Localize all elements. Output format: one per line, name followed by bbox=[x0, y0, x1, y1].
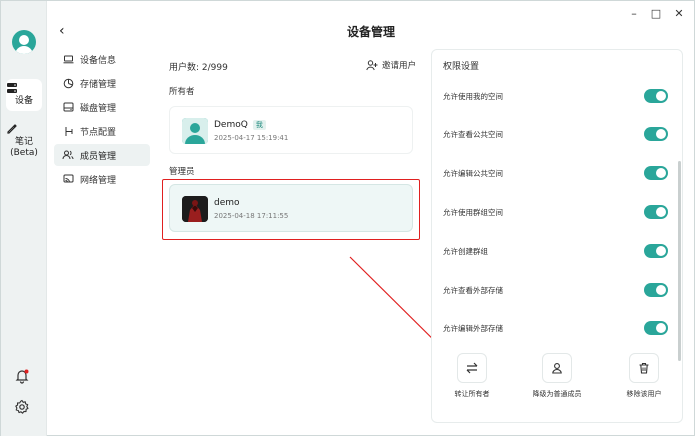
perm-toggle[interactable] bbox=[644, 244, 668, 258]
perm-toggle[interactable] bbox=[644, 205, 668, 219]
perm-label: 允许使用群组空间 bbox=[443, 207, 503, 217]
trash-icon bbox=[629, 353, 659, 383]
perm-row: 允许使用群组空间 bbox=[443, 202, 668, 222]
perm-toggle[interactable] bbox=[644, 127, 668, 141]
perm-label: 允许编辑外部存储 bbox=[443, 323, 503, 333]
user-icon bbox=[542, 353, 572, 383]
perm-label: 允许编辑公共空间 bbox=[443, 168, 503, 178]
action-label: 移除该用户 bbox=[626, 390, 662, 398]
transfer-icon bbox=[457, 353, 487, 383]
perm-row: 允许编辑公共空间 bbox=[443, 163, 668, 183]
remove-user-button[interactable]: 移除该用户 bbox=[604, 353, 684, 399]
app-window: 设备 笔记 (Beta) ‹ 设备信息 存储管理 磁盘管理 节点配置 成员管理 … bbox=[0, 0, 695, 436]
demote-member-button[interactable]: 降级为普通成员 bbox=[517, 353, 597, 399]
perm-row: 允许编辑外部存储 bbox=[443, 318, 668, 338]
perm-toggle[interactable] bbox=[644, 166, 668, 180]
perm-toggle[interactable] bbox=[644, 89, 668, 103]
permissions-title: 权限设置 bbox=[443, 62, 480, 72]
panel-scrollbar[interactable] bbox=[678, 161, 681, 361]
action-label: 降级为普通成员 bbox=[532, 390, 582, 398]
perm-label: 允许使用我的空间 bbox=[443, 91, 503, 101]
perm-label: 允许查看外部存储 bbox=[443, 285, 503, 295]
transfer-owner-button[interactable]: 转让所有者 bbox=[432, 353, 512, 399]
perm-row: 允许使用我的空间 bbox=[443, 86, 668, 106]
perm-label: 允许查看公共空间 bbox=[443, 129, 503, 139]
perm-row: 允许查看外部存储 bbox=[443, 280, 668, 300]
perm-toggle[interactable] bbox=[644, 321, 668, 335]
perm-row: 允许查看公共空间 bbox=[443, 124, 668, 144]
action-label: 转让所有者 bbox=[454, 390, 490, 398]
perm-row: 允许创建群组 bbox=[443, 241, 668, 261]
perm-toggle[interactable] bbox=[644, 283, 668, 297]
perm-label: 允许创建群组 bbox=[443, 246, 488, 256]
